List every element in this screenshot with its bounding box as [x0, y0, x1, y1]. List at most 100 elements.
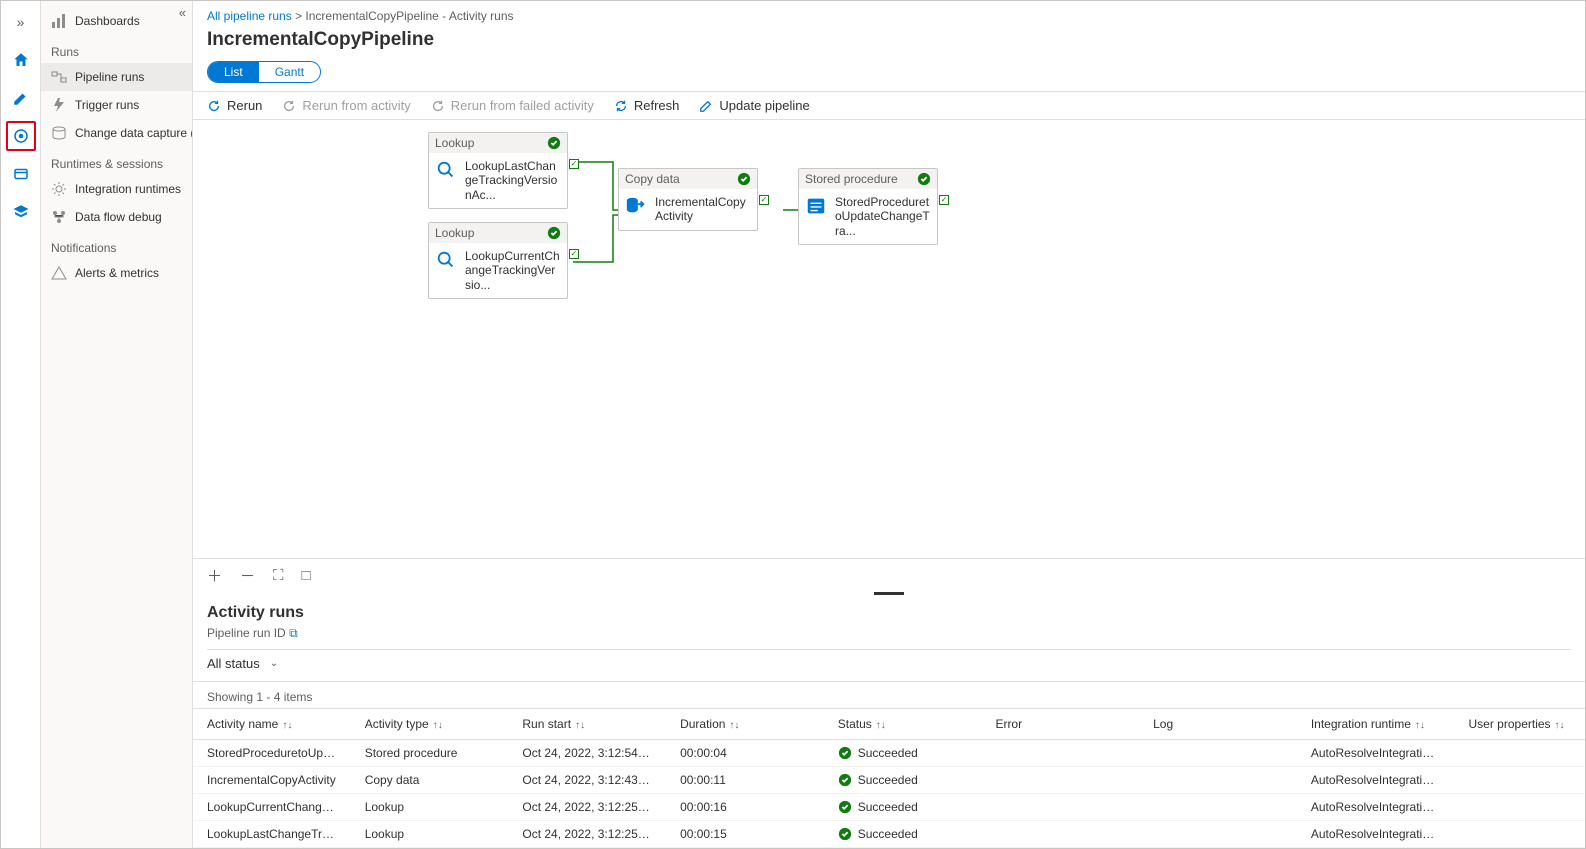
- tab-list[interactable]: List: [208, 62, 259, 82]
- activity-node-sproc[interactable]: Stored procedure StoredProceduretoUpdate…: [798, 168, 938, 245]
- cell-start: Oct 24, 2022, 3:12:54 pm: [508, 740, 666, 767]
- node-name: IncrementalCopyActivity: [655, 195, 751, 224]
- col-duration[interactable]: Duration↑↓: [666, 709, 824, 740]
- sidebar-item-ir[interactable]: Integration runtimes: [41, 175, 192, 203]
- col-run-start[interactable]: Run start↑↓: [508, 709, 666, 740]
- cell-name: LookupLastChangeTrackingVer...: [193, 821, 351, 848]
- cell-start: Oct 24, 2022, 3:12:43 pm: [508, 767, 666, 794]
- output-port[interactable]: ✓: [759, 195, 769, 205]
- cell-error: [981, 740, 1139, 767]
- cell-log: [1139, 767, 1297, 794]
- sidebar-item-cdc[interactable]: Change data capture (previ...: [41, 119, 192, 147]
- cell-userprops: [1455, 821, 1586, 848]
- copy-runid-icon[interactable]: ⧉: [289, 626, 298, 640]
- node-type: Stored procedure: [805, 172, 898, 186]
- sidebar-item-label: Change data capture (previ...: [75, 126, 192, 140]
- table-row[interactable]: StoredProceduretoUpdateCha...Stored proc…: [193, 740, 1585, 767]
- debug-icon: [51, 209, 67, 225]
- sidebar-item-alerts[interactable]: Alerts & metrics: [41, 259, 192, 287]
- collapse-sidebar-icon[interactable]: «: [179, 5, 186, 20]
- cell-userprops: [1455, 767, 1586, 794]
- activity-node-lookup-last[interactable]: Lookup LookupLastChangeTrackingVersionAc…: [428, 132, 568, 209]
- cell-userprops: [1455, 740, 1586, 767]
- sidebar-item-pipeline-runs[interactable]: Pipeline runs: [41, 63, 192, 91]
- col-ir[interactable]: Integration runtime↑↓: [1297, 709, 1455, 740]
- success-icon: [838, 746, 852, 760]
- pipeline-run-id-label: Pipeline run ID: [207, 626, 286, 640]
- refresh-button[interactable]: Refresh: [614, 98, 680, 113]
- lookup-icon: [435, 249, 457, 271]
- refresh-icon: [614, 99, 628, 113]
- sidebar-item-dfd[interactable]: Data flow debug: [41, 203, 192, 231]
- table-row[interactable]: IncrementalCopyActivityCopy dataOct 24, …: [193, 767, 1585, 794]
- col-log[interactable]: Log: [1139, 709, 1297, 740]
- rerun-activity-button: Rerun from activity: [282, 98, 410, 113]
- cell-status: Succeeded: [824, 740, 982, 767]
- cell-name: IncrementalCopyActivity: [193, 767, 351, 794]
- learn-icon[interactable]: [6, 197, 36, 227]
- chevron-down-icon: ⌄: [270, 658, 278, 669]
- fit-to-screen-icon[interactable]: ⛶: [273, 567, 284, 584]
- table-row[interactable]: LookupCurrentChangeTracking...LookupOct …: [193, 794, 1585, 821]
- home-icon[interactable]: [6, 45, 36, 75]
- zoom-out-icon[interactable]: －: [240, 565, 255, 586]
- success-icon: [838, 773, 852, 787]
- cell-start: Oct 24, 2022, 3:12:25 pm: [508, 794, 666, 821]
- alert-icon: [51, 265, 67, 281]
- main-content: All pipeline runs > IncrementalCopyPipel…: [193, 1, 1585, 848]
- expand-rail-icon[interactable]: »: [6, 7, 36, 37]
- activity-runs-heading: Activity runs: [207, 604, 1571, 622]
- output-port[interactable]: ✓: [939, 195, 949, 205]
- cell-ir: AutoResolveIntegrationRuntime (N: [1297, 821, 1455, 848]
- edit-icon: [699, 99, 713, 113]
- activity-node-copy[interactable]: Copy data IncrementalCopyActivity ✓: [618, 168, 758, 231]
- cell-type: Stored procedure: [351, 740, 509, 767]
- update-pipeline-button[interactable]: Update pipeline: [699, 98, 809, 113]
- node-name: LookupLastChangeTrackingVersionAc...: [465, 159, 561, 202]
- cell-ir: AutoResolveIntegrationRuntime (N: [1297, 794, 1455, 821]
- col-status[interactable]: Status↑↓: [824, 709, 982, 740]
- col-activity-name[interactable]: Activity name↑↓: [193, 709, 351, 740]
- sidebar-item-trigger-runs[interactable]: Trigger runs: [41, 91, 192, 119]
- breadcrumb-root[interactable]: All pipeline runs: [207, 9, 292, 23]
- result-count: Showing 1 - 4 items: [193, 681, 1585, 709]
- cell-ir: AutoResolveIntegrationRuntime (N: [1297, 740, 1455, 767]
- col-activity-type[interactable]: Activity type↑↓: [351, 709, 509, 740]
- rerun-button[interactable]: Rerun: [207, 98, 262, 113]
- zoom-in-icon[interactable]: ＋: [207, 565, 222, 586]
- action-toolbar: Rerun Rerun from activity Rerun from fai…: [193, 91, 1585, 120]
- reset-zoom-icon[interactable]: □: [302, 567, 311, 584]
- output-port[interactable]: ✓: [569, 249, 579, 259]
- sidebar-item-dashboards[interactable]: Dashboards: [41, 7, 192, 35]
- sidebar-item-label: Trigger runs: [75, 98, 139, 112]
- sidebar: « Dashboards Runs Pipeline runs Trigger …: [41, 1, 193, 848]
- cell-duration: 00:00:15: [666, 821, 824, 848]
- output-port[interactable]: ✓: [569, 159, 579, 169]
- trigger-icon: [51, 97, 67, 113]
- col-userprops[interactable]: User properties↑↓: [1455, 709, 1586, 740]
- copy-data-icon: [625, 195, 647, 217]
- rerun-failed-icon: [431, 99, 445, 113]
- table-row[interactable]: LookupLastChangeTrackingVer...LookupOct …: [193, 821, 1585, 848]
- status-filter-dropdown[interactable]: All status: [207, 656, 260, 671]
- node-type: Copy data: [625, 172, 680, 186]
- manage-icon[interactable]: [6, 159, 36, 189]
- success-icon: [547, 226, 561, 240]
- sidebar-item-label: Data flow debug: [75, 210, 162, 224]
- monitor-icon[interactable]: [6, 121, 36, 151]
- sidebar-section-runs: Runs: [41, 35, 192, 63]
- activity-node-lookup-current[interactable]: Lookup LookupCurrentChangeTrackingVersio…: [428, 222, 568, 299]
- cell-error: [981, 767, 1139, 794]
- tab-gantt[interactable]: Gantt: [259, 62, 320, 82]
- author-icon[interactable]: [6, 83, 36, 113]
- success-icon: [917, 172, 931, 186]
- pipeline-canvas[interactable]: Lookup LookupLastChangeTrackingVersionAc…: [193, 120, 1585, 558]
- col-error[interactable]: Error: [981, 709, 1139, 740]
- sidebar-section-rt: Runtimes & sessions: [41, 147, 192, 175]
- breadcrumb-sep: >: [295, 9, 302, 23]
- breadcrumb: All pipeline runs > IncrementalCopyPipel…: [193, 1, 1585, 25]
- node-type: Lookup: [435, 136, 474, 150]
- success-icon: [838, 827, 852, 841]
- cell-duration: 00:00:16: [666, 794, 824, 821]
- cell-type: Lookup: [351, 794, 509, 821]
